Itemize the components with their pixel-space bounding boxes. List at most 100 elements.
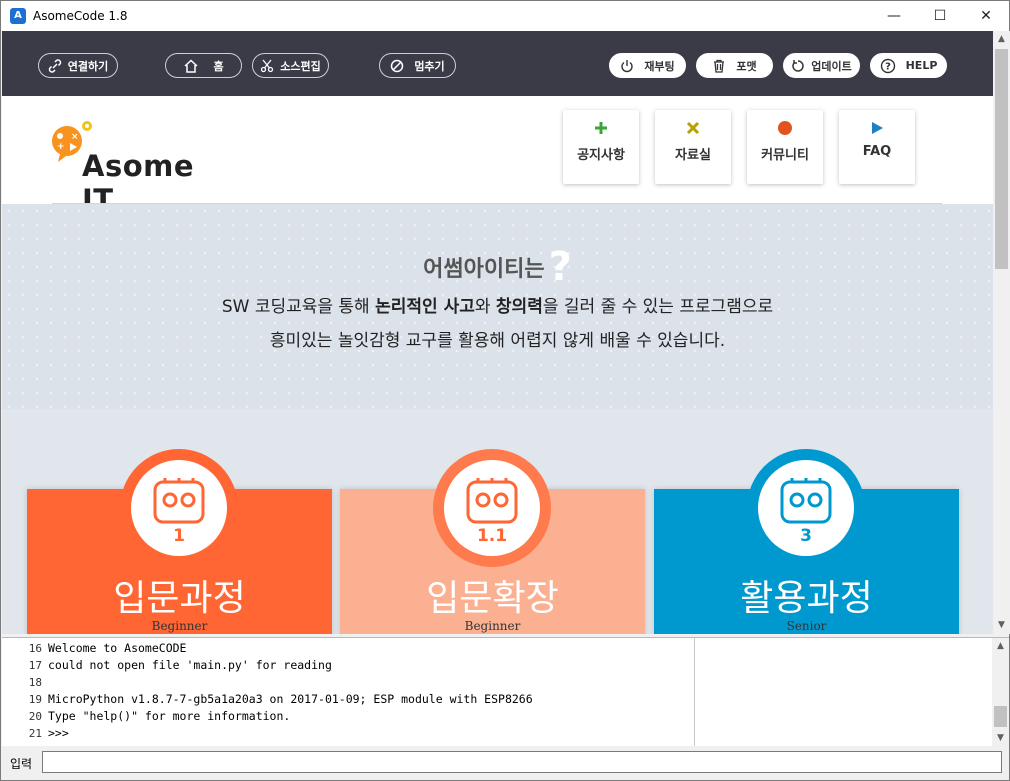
course-number: 1 bbox=[173, 526, 185, 546]
format-button[interactable]: 포맷 bbox=[696, 53, 773, 78]
app-icon: A bbox=[10, 8, 26, 24]
console-line: 18 bbox=[2, 674, 692, 691]
course-name: 활용과정 bbox=[740, 578, 873, 619]
line-text: MicroPython v1.8.7-7-gb5a1a20a3 on 2017-… bbox=[48, 692, 533, 706]
line-number: 20 bbox=[28, 710, 42, 723]
console-line: 17 could not open file 'main.py' for read… bbox=[2, 657, 692, 674]
connect-label: 연결하기 bbox=[67, 59, 109, 73]
asome-logo[interactable]: × + Asome IT bbox=[50, 116, 220, 217]
plus-icon bbox=[595, 122, 607, 134]
stop-icon bbox=[391, 59, 404, 72]
page-scrollbar[interactable]: ▲ ▼ bbox=[993, 31, 1010, 634]
play-icon bbox=[872, 122, 883, 134]
intro-title: 어썸아이티는? bbox=[2, 244, 993, 290]
nav-archive[interactable]: 자료실 bbox=[655, 110, 731, 184]
scroll-down-arrow-icon[interactable]: ▼ bbox=[993, 617, 1010, 634]
home-label: 홈 bbox=[213, 59, 224, 73]
scissors-icon bbox=[261, 59, 274, 72]
console-output[interactable]: 16 Welcome to AsomeCODE 17 could not open … bbox=[2, 640, 692, 742]
console-line: 21 >>> bbox=[2, 725, 692, 742]
stop-button[interactable]: 멈추기 bbox=[379, 53, 456, 78]
nav-archive-label: 자료실 bbox=[675, 148, 711, 163]
source-edit-button[interactable]: 소스편집 bbox=[252, 53, 329, 78]
console-scroll-down-icon[interactable]: ▼ bbox=[992, 730, 1009, 747]
course-level: Beginner bbox=[464, 619, 521, 633]
svg-text:×: × bbox=[71, 132, 79, 142]
svg-text:+: + bbox=[57, 142, 65, 152]
nav-community[interactable]: 커뮤니티 bbox=[747, 110, 823, 184]
course-level: Beginner bbox=[151, 619, 208, 633]
source-edit-label: 소스편집 bbox=[280, 59, 321, 73]
intro-line-1-a: SW 코딩교육을 통해 bbox=[221, 297, 376, 317]
home-icon bbox=[184, 58, 198, 73]
main-content: 연결하기 홈 소스편집 멈추기 재부팅 포맷 업데이트 ? HELP × + A… bbox=[2, 31, 993, 634]
intro-line-1-e: 을 길러 줄 수 있는 프로그램으로 bbox=[542, 297, 774, 317]
nav-notice-label: 공지사항 bbox=[577, 148, 625, 163]
line-number: 19 bbox=[28, 693, 42, 706]
line-number: 21 bbox=[28, 727, 42, 740]
course-badge-intro-ext: 1.1 bbox=[433, 449, 551, 567]
course-number: 1.1 bbox=[476, 526, 508, 546]
input-label: 입력 bbox=[10, 757, 33, 771]
svg-text:?: ? bbox=[885, 61, 891, 72]
course-name: 입문확장 bbox=[426, 578, 559, 619]
x-icon bbox=[686, 121, 700, 135]
courses-section: 입문과정 Beginner 1 입문확장 Beginner 1.1 활용과정 S… bbox=[2, 409, 993, 634]
nav-faq-label: FAQ bbox=[862, 144, 892, 159]
app-window: A AsomeCode 1.8 — ☐ ✕ 연결하기 홈 소스편집 멈추기 재부… bbox=[0, 0, 1010, 781]
site-header: × + Asome IT 공지사항 자료실 커뮤니티 FAQ bbox=[2, 96, 993, 217]
home-button[interactable]: 홈 bbox=[165, 53, 242, 78]
course-level: Senior bbox=[786, 619, 827, 633]
intro-line-1-b: 논리적인 사고 bbox=[375, 297, 475, 317]
line-number: 16 bbox=[28, 642, 42, 655]
console-panel: 16 Welcome to AsomeCODE 17 could not open … bbox=[2, 637, 1009, 747]
connect-button[interactable]: 연결하기 bbox=[38, 53, 118, 78]
question-mark-icon: ? bbox=[548, 244, 572, 290]
console-divider bbox=[694, 638, 695, 747]
intro-section: 어썸아이티는? SW 코딩교육을 통해 논리적인 사고와 창의력을 길러 줄 수… bbox=[2, 204, 993, 409]
update-label: 업데이트 bbox=[811, 59, 852, 73]
help-button[interactable]: ? HELP bbox=[870, 53, 947, 78]
format-label: 포맷 bbox=[736, 59, 757, 73]
course-name: 입문과정 bbox=[113, 578, 246, 619]
maximize-button[interactable]: ☐ bbox=[917, 1, 963, 31]
command-input[interactable] bbox=[42, 751, 1002, 773]
window-title: AsomeCode 1.8 bbox=[33, 9, 128, 23]
nav-faq[interactable]: FAQ bbox=[839, 110, 915, 184]
intro-line-1-c: 와 bbox=[474, 297, 496, 317]
help-label: HELP bbox=[905, 59, 938, 72]
title-bar: A AsomeCode 1.8 — ☐ ✕ bbox=[1, 1, 1009, 31]
minimize-button[interactable]: — bbox=[871, 1, 917, 31]
close-button[interactable]: ✕ bbox=[963, 1, 1009, 31]
line-number: 18 bbox=[28, 676, 42, 689]
link-icon bbox=[48, 58, 61, 73]
scrollbar-thumb[interactable] bbox=[995, 49, 1008, 269]
trash-icon bbox=[714, 59, 725, 73]
course-badge-advanced: 3 bbox=[747, 449, 865, 567]
stop-label: 멈추기 bbox=[414, 59, 445, 73]
course-number: 3 bbox=[800, 526, 812, 546]
line-text: Type "help()" for more information. bbox=[48, 709, 291, 723]
console-scroll-up-icon[interactable]: ▲ bbox=[992, 638, 1009, 655]
console-scrollbar[interactable]: ▲ ▼ bbox=[992, 638, 1009, 747]
console-line: 19 MicroPython v1.8.7-7-gb5a1a20a3 on 201… bbox=[2, 691, 692, 708]
intro-line-1-d: 창의력 bbox=[495, 297, 543, 317]
line-text: Welcome to AsomeCODE bbox=[48, 641, 187, 655]
power-icon bbox=[621, 59, 633, 72]
reboot-button[interactable]: 재부팅 bbox=[609, 53, 686, 78]
reboot-label: 재부팅 bbox=[644, 59, 675, 73]
refresh-icon bbox=[792, 59, 804, 72]
intro-line-1: SW 코딩교육을 통해 논리적인 사고와 창의력을 길러 줄 수 있는 프로그램… bbox=[2, 292, 993, 317]
line-text: could not open file 'main.py' for readin… bbox=[48, 658, 332, 672]
update-button[interactable]: 업데이트 bbox=[783, 53, 860, 78]
console-scrollbar-thumb[interactable] bbox=[994, 706, 1007, 727]
nav-community-label: 커뮤니티 bbox=[761, 148, 809, 163]
circle-icon bbox=[778, 121, 792, 135]
nav-notice[interactable]: 공지사항 bbox=[563, 110, 639, 184]
scroll-up-arrow-icon[interactable]: ▲ bbox=[993, 31, 1010, 48]
course-badge-intro: 1 bbox=[120, 449, 238, 567]
toolbar: 연결하기 홈 소스편집 멈추기 재부팅 포맷 업데이트 ? HELP bbox=[2, 31, 993, 96]
intro-title-text: 어썸아이티는 bbox=[423, 257, 545, 282]
line-text: >>> bbox=[48, 726, 69, 740]
line-number: 17 bbox=[28, 659, 42, 672]
